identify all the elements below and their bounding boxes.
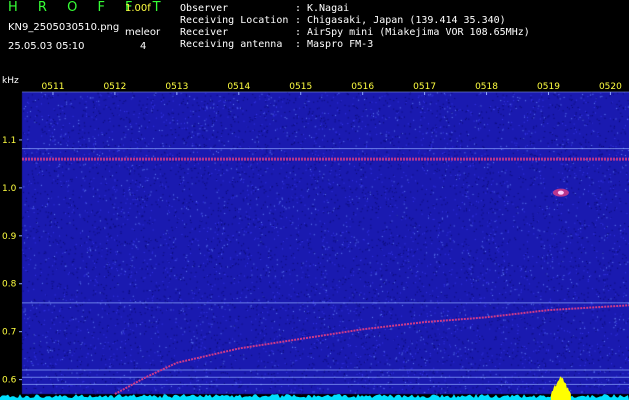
info-key: Receiver	[180, 27, 229, 38]
signal-burst	[550, 376, 571, 400]
receiver-row: Receiver: AirSpy mini (Miakejima VOR 108.…	[180, 27, 530, 39]
x-tick-label: 0517	[413, 82, 436, 92]
x-tick-label: 0514	[227, 82, 250, 92]
drift-trace	[114, 304, 629, 395]
x-tick-label: 0515	[289, 82, 312, 92]
mode-value: 4	[140, 41, 147, 52]
y-tick-label: 0.8	[2, 280, 17, 290]
info-value: K.Nagai	[307, 3, 350, 14]
hrofft-window: H R O F F T 1.00f KN9_2505030510.png mel…	[0, 0, 629, 400]
x-tick-label: 0516	[351, 82, 374, 92]
x-tick-label: 0513	[165, 82, 188, 92]
header-panel: H R O F F T 1.00f KN9_2505030510.png mel…	[0, 0, 629, 76]
location-row: Receiving Location: Chigasaki, Japan (139…	[180, 15, 506, 27]
y-tick-label: 0.7	[2, 328, 16, 338]
x-tick-label: 0511	[42, 82, 65, 92]
file-name: KN9_2505030510.png	[8, 22, 120, 33]
x-tick-label: 0520	[599, 82, 622, 92]
info-separator: :	[295, 15, 302, 26]
antenna-row: Receiving antenna: Maspro FM-3	[180, 39, 373, 51]
info-key: Receiving antenna	[180, 39, 283, 50]
meteor-echo-core	[557, 190, 564, 195]
y-tick-label: 1.1	[2, 136, 16, 146]
y-tick-label: 0.9	[2, 232, 17, 242]
x-tick-label: 0518	[475, 82, 498, 92]
info-separator: :	[295, 3, 302, 14]
date-time: 25.05.03 05:10	[8, 41, 85, 52]
info-value: AirSpy mini (Miakejima VOR 108.65MHz)	[307, 27, 530, 38]
info-separator: :	[295, 39, 302, 50]
baseline-strip	[0, 394, 629, 400]
info-value: Chigasaki, Japan (139.414 35.340)	[307, 15, 506, 26]
y-tick-label: 0.6	[2, 376, 17, 386]
x-tick-label: 0512	[103, 82, 126, 92]
spectrogram-overlay: kHz 0511 0512 0513 0514 0515 0516 0517 0518 0519 0…	[0, 76, 629, 400]
version-label: 1.00f	[125, 3, 151, 14]
info-key: Receiving Location	[180, 15, 289, 26]
spectrogram-plot: kHz 0511 0512 0513 0514 0515 0516 0517 0518 0519 0…	[0, 76, 629, 400]
y-axis-unit: kHz	[2, 76, 19, 86]
mode-label: meleor	[125, 27, 161, 38]
observer-row: Observer: K.Nagai	[180, 3, 349, 15]
info-key: Observer	[180, 3, 229, 14]
x-tick-label: 0519	[537, 82, 560, 92]
y-tick-label: 1.0	[2, 184, 17, 194]
info-separator: :	[295, 27, 302, 38]
info-value: Maspro FM-3	[307, 39, 374, 50]
